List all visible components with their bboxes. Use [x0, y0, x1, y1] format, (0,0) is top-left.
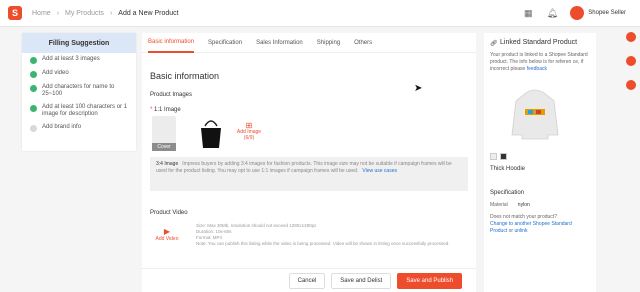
mismatch-text: Does not match your product? [490, 214, 557, 220]
tab-shipping[interactable]: Shipping [317, 33, 340, 53]
check-pending-icon [30, 125, 37, 132]
variant-thumb-dark[interactable] [500, 153, 507, 160]
seller-name[interactable]: Shopee Seller [588, 10, 626, 16]
feedback-link[interactable]: feedback [527, 66, 547, 72]
form-footer: Cancel Save and Delist Save and Publish [142, 268, 476, 292]
info-badge: 3:4 Image [156, 161, 179, 167]
linked-description: Your product is linked to a Shopee Stand… [490, 52, 590, 73]
avatar[interactable] [570, 6, 585, 20]
top-right-controls: ▦ 🔔︎ Shopee Seller [522, 6, 626, 20]
or-text: or [508, 228, 514, 234]
tab-sales-information[interactable]: Sales Information [256, 33, 303, 53]
linked-product-name: Thick Hoodie [490, 166, 526, 172]
suggestion-item: Add brand info [22, 121, 136, 135]
filling-suggestion-panel: Filling Suggestion Add at least 3 images… [22, 33, 136, 151]
product-image-bag[interactable] [198, 116, 224, 150]
tab-specification[interactable]: Specification [208, 33, 242, 53]
video-requirements: Size: Max 30Mb, resolution should not ex… [196, 223, 466, 247]
suggestion-item: Add at least 3 images [22, 53, 136, 67]
linked-title: Linked Standard Product [500, 39, 578, 46]
tab-others[interactable]: Others [354, 33, 372, 53]
section-title: Basic information [150, 71, 220, 81]
cancel-button[interactable]: Cancel [288, 272, 326, 289]
view-use-cases-link[interactable]: View use cases [362, 168, 397, 174]
suggestion-item: Add at least 100 characters or 1 image f… [22, 101, 136, 121]
add-video-label: Add Video [155, 236, 179, 242]
variant-thumbs [490, 153, 590, 160]
apps-grid-icon[interactable]: ▦ [522, 7, 534, 19]
video-note: Note: You can publish this listing while… [196, 241, 450, 246]
suggestion-text: Add at least 100 characters or 1 image f… [42, 104, 128, 117]
video-plus-icon: ▶ [163, 227, 171, 236]
suggestion-item: Add video [22, 67, 136, 81]
suggestion-list: Add at least 3 images Add video Add charac… [22, 53, 136, 135]
product-video-label: Product Video [150, 210, 188, 216]
main-form-panel: Basic information Specification Sales Info… [142, 33, 476, 292]
linked-standard-product-panel: 🔗︎ Linked Standard Product Your product … [484, 33, 596, 292]
mismatch-note: Does not match your product? Change to a… [490, 214, 590, 235]
check-done-icon [30, 57, 37, 64]
suggestion-text: Add at least 3 images [42, 56, 100, 62]
breadcrumb: Home › My Products › Add a New Product [32, 10, 185, 17]
help-float-icon[interactable] [626, 80, 636, 90]
floating-action-column [626, 32, 638, 104]
chat-float-icon[interactable] [626, 56, 636, 66]
spec-row: Material nylon [490, 202, 590, 208]
notification-bell-icon[interactable]: 🔔︎ [546, 7, 558, 19]
shopee-logo[interactable]: S [8, 6, 22, 20]
add-image-button[interactable]: ⊞ Add Image (6/9) [234, 122, 264, 142]
hoodie-product-image [511, 89, 559, 140]
add-image-count: (6/9) [243, 135, 255, 141]
link-icon: 🔗︎ [490, 40, 498, 47]
ratio-label-text: 1:1 Image [154, 107, 181, 113]
filling-suggestion-title: Filling Suggestion [22, 33, 136, 53]
info-text: Impress buyers by adding 3:4 images for … [156, 161, 452, 174]
required-mark: * [150, 107, 153, 113]
suggestion-item: Add characters for name to 25~100 [22, 81, 136, 101]
breadcrumb-separator: › [56, 9, 60, 17]
check-done-icon [30, 105, 37, 112]
top-bar: S Home › My Products › Add a New Product… [0, 0, 640, 27]
breadcrumb-current: Add a New Product [118, 9, 179, 17]
add-video-button[interactable]: ▶ Add Video [154, 227, 180, 242]
suggestion-text: Add characters for name to 25~100 [42, 84, 115, 97]
variant-thumb-light[interactable] [490, 153, 497, 160]
product-images-label: Product Images [150, 92, 193, 98]
notification-float-icon[interactable] [626, 32, 636, 42]
image-ratio-info: 3:4 Image Impress buyers by adding 3:4 im… [150, 157, 468, 191]
linked-title-row: 🔗︎ Linked Standard Product [490, 39, 590, 47]
spec-key: Material [490, 202, 508, 208]
save-and-delist-button[interactable]: Save and Delist [331, 272, 392, 289]
check-done-icon [30, 85, 37, 92]
mouse-cursor-icon: ➤ [414, 83, 423, 94]
cover-badge: Cover [152, 143, 176, 151]
breadcrumb-my-products[interactable]: My Products [65, 10, 104, 17]
suggestion-text: Add brand info [42, 124, 82, 130]
unlink-link[interactable]: unlink [514, 228, 527, 234]
breadcrumb-home[interactable]: Home [32, 10, 51, 17]
suggestion-text: Add video [42, 70, 69, 76]
spec-title: Specification [490, 190, 525, 196]
save-and-publish-button[interactable]: Save and Publish [397, 272, 462, 289]
section-tabs: Basic information Specification Sales Info… [142, 33, 476, 53]
ratio-label: * 1:1 Image [150, 107, 181, 113]
check-done-icon [30, 71, 37, 78]
change-standard-product-link[interactable]: Change to another Shopee Standard Produc… [490, 221, 572, 234]
tab-basic-information[interactable]: Basic information [148, 33, 195, 53]
spec-value: nylon [517, 202, 530, 208]
breadcrumb-separator: › [109, 9, 113, 17]
